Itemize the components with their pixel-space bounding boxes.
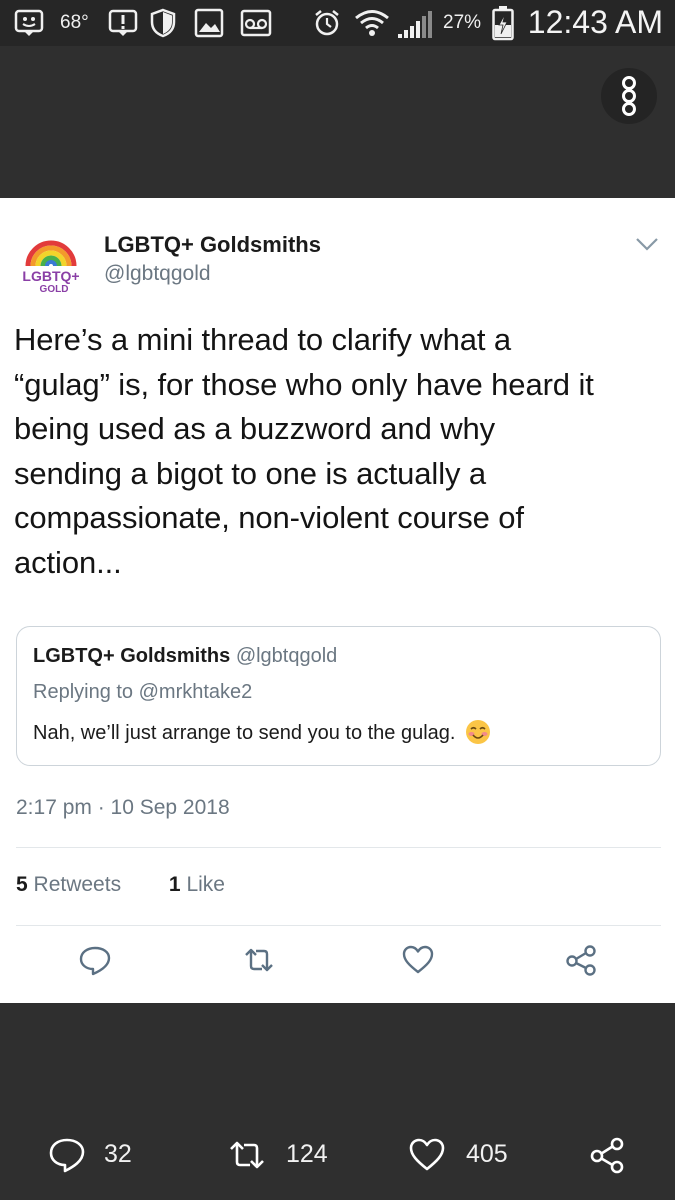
tweet-text-line: Here’s a mini thread to clarify what a bbox=[14, 322, 512, 357]
notification-face-icon bbox=[14, 9, 44, 36]
author-handle[interactable]: @lgbtqgold bbox=[104, 262, 211, 286]
retweets-total: 124 bbox=[286, 1140, 328, 1168]
retweet-icon bbox=[230, 1141, 264, 1169]
quoted-text-row: Nah, we’ll just arrange to send you to t… bbox=[33, 719, 491, 745]
voicemail-icon bbox=[240, 9, 272, 37]
author-name[interactable]: LGBTQ+ Goldsmiths bbox=[104, 232, 321, 258]
tweet-text-line: compassionate, non-violent course of bbox=[14, 500, 524, 535]
share-stat[interactable] bbox=[588, 1134, 628, 1178]
temperature-text: 68° bbox=[60, 12, 89, 33]
quoted-author-name: LGBTQ+ Goldsmiths bbox=[33, 645, 231, 667]
likes-count: 1 bbox=[168, 873, 181, 896]
replies-stat[interactable]: 32 bbox=[48, 1134, 148, 1178]
signal-icon bbox=[398, 11, 432, 38]
retweet-icon[interactable] bbox=[242, 943, 276, 977]
wifi-icon bbox=[355, 10, 389, 36]
app-toolbar bbox=[0, 46, 675, 198]
quoted-text: Nah, we’ll just arrange to send you to t… bbox=[33, 722, 456, 744]
share-icon bbox=[590, 1137, 624, 1174]
divider bbox=[16, 925, 661, 926]
share-icon[interactable] bbox=[564, 943, 598, 977]
reply-icon bbox=[49, 1138, 85, 1173]
likes-total: 405 bbox=[466, 1140, 508, 1168]
tweet-text: Here’s a mini thread to clarify what a “… bbox=[14, 318, 669, 585]
tweet-text-line: action... bbox=[14, 544, 122, 580]
image-icon bbox=[194, 8, 224, 38]
rainbow-logo-icon: LGBTQ+ GOLD bbox=[22, 240, 80, 295]
replies-count: 32 bbox=[104, 1140, 132, 1168]
retweets-stat[interactable]: 5 Retweets bbox=[16, 873, 121, 897]
shield-icon bbox=[150, 8, 176, 38]
tweet-action-bar bbox=[0, 943, 675, 987]
battery-percent-text: 27% bbox=[443, 12, 482, 33]
likes-label: Like bbox=[186, 873, 225, 896]
vertical-dots-icon bbox=[622, 76, 636, 116]
engagement-bar: 32 124 405 bbox=[0, 1134, 675, 1180]
avatar-text-top: LGBTQ+ bbox=[22, 268, 79, 284]
quoted-author-handle: @lgbtqgold bbox=[235, 645, 338, 667]
chevron-down-icon[interactable] bbox=[634, 234, 660, 254]
reply-icon[interactable] bbox=[78, 943, 112, 977]
retweets-count: 5 bbox=[16, 873, 28, 896]
tweet-text-line: being used as a buzzword and why bbox=[14, 411, 496, 446]
battery-charging-icon bbox=[492, 6, 514, 41]
quoted-replying-to: Replying to @mrkhtake2 bbox=[33, 681, 253, 703]
likes-stat[interactable]: 1 Like bbox=[169, 873, 225, 897]
likes-stat[interactable]: 405 bbox=[408, 1134, 518, 1178]
retweets-stat[interactable]: 124 bbox=[228, 1134, 348, 1178]
smiling-blush-emoji-icon bbox=[466, 720, 491, 744]
retweets-label: Retweets bbox=[33, 873, 122, 896]
tweet-text-line: “gulag” is, for those who only have hear… bbox=[14, 366, 594, 402]
quoted-tweet[interactable]: LGBTQ+ Goldsmiths @lgbtqgold Replying to… bbox=[16, 626, 661, 766]
like-icon bbox=[409, 1138, 445, 1171]
overflow-menu-button[interactable] bbox=[601, 68, 657, 124]
alert-icon bbox=[108, 9, 138, 36]
avatar-text-bottom: GOLD bbox=[40, 284, 69, 295]
tweet-timestamp: 2:17 pm · 10 Sep 2018 bbox=[16, 796, 230, 819]
avatar[interactable]: LGBTQ+ GOLD bbox=[14, 226, 88, 300]
clock-text: 12:43 AM bbox=[527, 4, 663, 40]
like-icon[interactable] bbox=[401, 943, 435, 977]
tweet-text-line: sending a bigot to one is actually a bbox=[14, 455, 487, 491]
status-bar: 68° 27% 12:43 AM bbox=[0, 0, 675, 46]
alarm-icon bbox=[315, 10, 339, 36]
divider bbox=[16, 847, 661, 848]
quoted-author: LGBTQ+ Goldsmiths @lgbtqgold bbox=[33, 645, 337, 668]
tweet-stats: 5 Retweets 1 Like bbox=[16, 873, 225, 897]
